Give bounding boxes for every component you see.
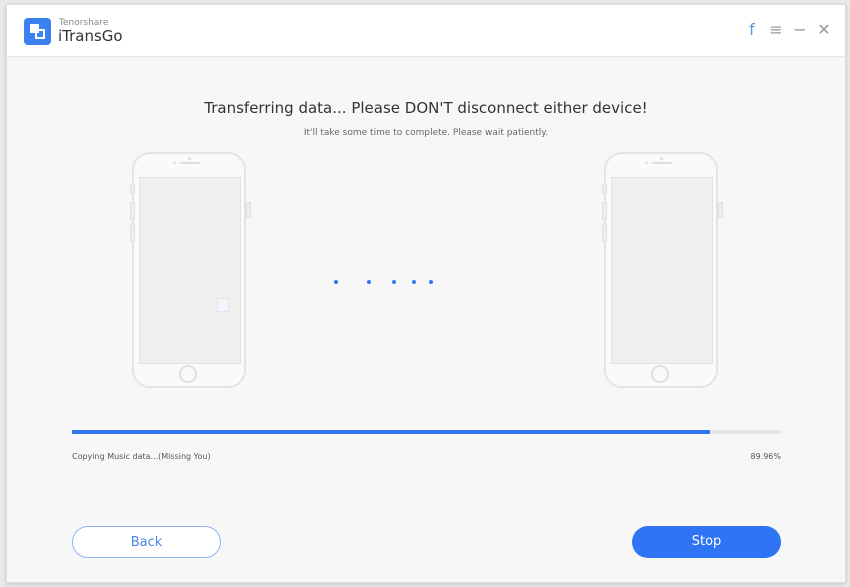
transfer-dot bbox=[334, 280, 338, 284]
source-phone bbox=[130, 152, 251, 388]
back-button[interactable]: Back bbox=[72, 526, 221, 558]
phone-power-button bbox=[246, 202, 251, 218]
phone-sensor bbox=[645, 162, 648, 164]
target-phone bbox=[602, 152, 723, 388]
phone-sensor bbox=[173, 162, 176, 164]
phone-volume-up bbox=[130, 202, 135, 220]
phone-home-button bbox=[651, 365, 669, 383]
phone-speaker bbox=[652, 162, 672, 164]
itransgo-logo-icon bbox=[24, 18, 51, 45]
progress-percent: 89.96% bbox=[750, 452, 781, 461]
app-window: Tenorshare iTransGo f ≡ − ✕ Transferring… bbox=[6, 4, 846, 583]
close-icon[interactable]: ✕ bbox=[817, 22, 831, 38]
transfer-dot bbox=[412, 280, 416, 284]
transfer-dot bbox=[392, 280, 396, 284]
phone-side-button bbox=[602, 184, 607, 194]
phone-home-button bbox=[179, 365, 197, 383]
page-subtitle: It'll take some time to complete. Please… bbox=[303, 128, 549, 138]
phone-power-button bbox=[718, 202, 723, 218]
app-name: iTransGo bbox=[58, 27, 123, 45]
phone-screen bbox=[611, 177, 713, 364]
menu-icon[interactable]: ≡ bbox=[769, 22, 783, 38]
title-bar: Tenorshare iTransGo f ≡ − ✕ bbox=[7, 5, 845, 57]
minimize-icon[interactable]: − bbox=[793, 22, 807, 38]
progress-status-text: Copying Music data...(Missing You) bbox=[72, 452, 211, 461]
transfer-dot bbox=[367, 280, 371, 284]
page-title: Transferring data... Please DON'T discon… bbox=[204, 99, 648, 117]
progress-bar bbox=[72, 430, 781, 434]
phone-volume-down bbox=[602, 224, 607, 242]
phone-camera bbox=[660, 157, 663, 160]
phone-volume-down bbox=[130, 224, 135, 242]
phone-side-button bbox=[130, 184, 135, 194]
facebook-icon[interactable]: f bbox=[745, 22, 759, 38]
stop-button[interactable]: Stop bbox=[632, 526, 781, 558]
phone-volume-up bbox=[602, 202, 607, 220]
phone-speaker bbox=[180, 162, 200, 164]
phone-screen bbox=[139, 177, 241, 364]
phone-camera bbox=[188, 157, 191, 160]
progress-fill bbox=[72, 430, 710, 434]
window-controls: f ≡ − ✕ bbox=[745, 22, 831, 38]
file-icon bbox=[217, 298, 229, 312]
transfer-dot bbox=[429, 280, 433, 284]
